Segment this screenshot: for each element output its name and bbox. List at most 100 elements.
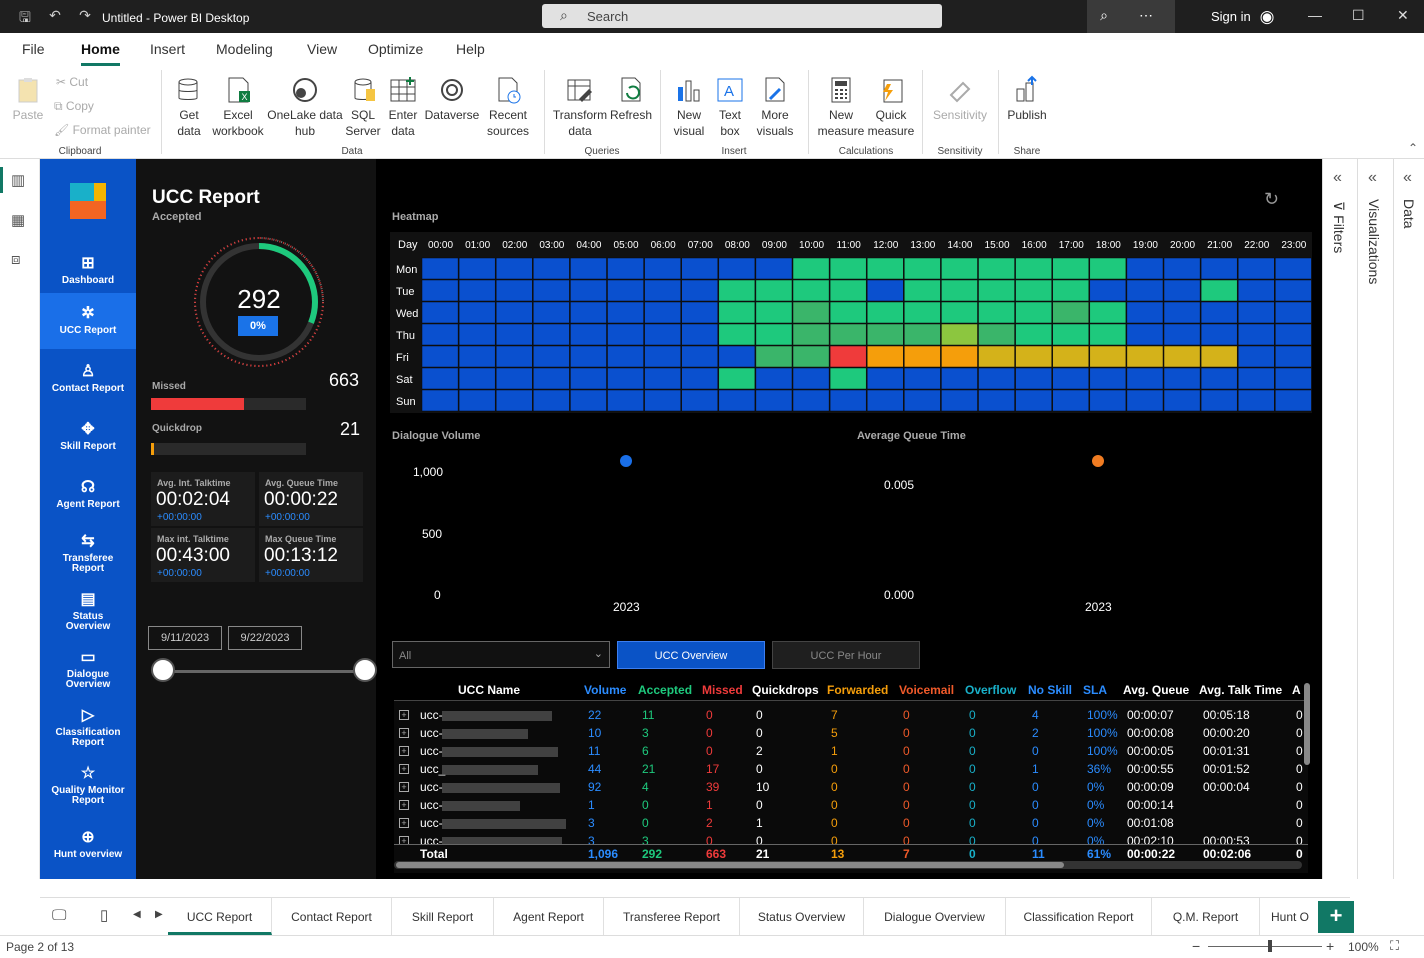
date-from-input[interactable]: 9/11/2023: [148, 626, 222, 650]
heatmap-cell[interactable]: [1089, 279, 1127, 302]
heatmap-cell[interactable]: [978, 301, 1015, 324]
data-point[interactable]: [1092, 455, 1104, 467]
heatmap-cell[interactable]: [978, 389, 1015, 412]
heatmap-cell[interactable]: [1126, 367, 1164, 390]
heatmap-cell[interactable]: [866, 279, 904, 302]
heatmap-cell[interactable]: [904, 389, 941, 412]
excel-workbook-button[interactable]: X Excel workbook: [210, 75, 266, 139]
heatmap-cell[interactable]: [607, 389, 644, 412]
heatmap-cell[interactable]: [495, 323, 533, 346]
heatmap-cell[interactable]: [1052, 301, 1090, 324]
filters-pane[interactable]: « ⊽ Filters: [1322, 159, 1357, 879]
onelake-button[interactable]: OneLake data hub: [266, 75, 344, 139]
column-header[interactable]: SLA: [1083, 683, 1107, 697]
add-page-button[interactable]: +: [1318, 901, 1354, 933]
heatmap-cell[interactable]: [570, 301, 607, 324]
heatmap-cell[interactable]: [829, 389, 867, 412]
mobile-layout-icon[interactable]: ▯: [100, 906, 108, 924]
heatmap-cell[interactable]: [644, 257, 681, 280]
heatmap-cell[interactable]: [1126, 345, 1164, 368]
heatmap-cell[interactable]: [681, 301, 719, 324]
paste-button[interactable]: Paste: [10, 75, 46, 123]
heatmap-cell[interactable]: [458, 257, 496, 280]
heatmap-cell[interactable]: [1200, 257, 1238, 280]
nav-dashboard[interactable]: ⊞ Dashboard: [40, 247, 136, 299]
heatmap-cell[interactable]: [495, 257, 533, 280]
date-slider-end-handle[interactable]: [353, 658, 377, 682]
heatmap-cell[interactable]: [1015, 257, 1052, 280]
expand-icon[interactable]: «: [1333, 169, 1342, 187]
sql-server-button[interactable]: SQL Server: [344, 75, 382, 139]
nav-transferee-report[interactable]: ⇆ Transferee Report: [40, 525, 136, 581]
heatmap-cell[interactable]: [681, 345, 719, 368]
quick-measure-button[interactable]: Quick measure: [866, 75, 916, 139]
heatmap-cell[interactable]: [458, 345, 496, 368]
date-to-input[interactable]: 9/22/2023: [228, 626, 302, 650]
heatmap-cell[interactable]: [421, 323, 459, 346]
data-pane[interactable]: « Data: [1393, 159, 1424, 879]
heatmap-cell[interactable]: [1089, 301, 1127, 324]
format-painter-button[interactable]: 🖌 Format painter: [54, 123, 151, 137]
heatmap-cell[interactable]: [1052, 389, 1090, 412]
heatmap-cell[interactable]: [755, 389, 793, 412]
heatmap-cell[interactable]: [681, 257, 719, 280]
heatmap-cell[interactable]: [1275, 345, 1312, 368]
table-vertical-scrollbar[interactable]: [1304, 683, 1310, 765]
page-tab-transferee-report[interactable]: Transferee Report: [604, 898, 740, 935]
table-view-icon[interactable]: ▦: [11, 211, 29, 229]
sensitivity-button[interactable]: Sensitivity: [930, 75, 990, 123]
zoom-slider-handle[interactable]: [1268, 940, 1272, 952]
expand-icon[interactable]: «: [1403, 169, 1412, 187]
heatmap-cell[interactable]: [495, 345, 533, 368]
table-total-row[interactable]: Total 1,096 292 663 21 13 7 0 11 61% 00:00:22 00:02…: [394, 844, 1308, 862]
heatmap-cell[interactable]: [866, 345, 904, 368]
heatmap-cell[interactable]: [644, 301, 681, 324]
new-measure-button[interactable]: New measure: [816, 75, 866, 139]
heatmap-cell[interactable]: [1163, 257, 1201, 280]
more-icon[interactable]: ⋯: [1137, 7, 1155, 25]
expand-row-icon[interactable]: +: [399, 764, 409, 774]
heatmap-cell[interactable]: [792, 367, 830, 390]
heatmap-cell[interactable]: [570, 389, 607, 412]
heatmap-cell[interactable]: [866, 367, 904, 390]
heatmap-cell[interactable]: [941, 367, 978, 390]
heatmap-cell[interactable]: [1126, 323, 1164, 346]
heatmap-cell[interactable]: [904, 323, 941, 346]
heatmap-cell[interactable]: [1237, 301, 1275, 324]
heatmap-cell[interactable]: [644, 345, 681, 368]
heatmap-cell[interactable]: [1163, 323, 1201, 346]
heatmap-cell[interactable]: [718, 345, 756, 368]
recent-sources-button[interactable]: Recent sources: [482, 75, 534, 139]
heatmap-cell[interactable]: [607, 345, 644, 368]
menu-home[interactable]: Home: [81, 41, 120, 57]
transform-data-button[interactable]: Transform data: [552, 75, 608, 139]
nav-skill-report[interactable]: ✥ Skill Report: [40, 409, 136, 465]
table-row[interactable]: + ucc- 92 4 39 10 0 0 0 0 0% 00:00:09 00:00:04 0: [394, 778, 1308, 796]
heatmap-cell[interactable]: [755, 345, 793, 368]
heatmap-cell[interactable]: [978, 279, 1015, 302]
heatmap-cell[interactable]: [1237, 257, 1275, 280]
heatmap-cell[interactable]: [1275, 257, 1312, 280]
column-header[interactable]: Forwarded: [827, 683, 888, 697]
heatmap-cell[interactable]: [681, 389, 719, 412]
heatmap-cell[interactable]: [495, 279, 533, 302]
heatmap-cell[interactable]: [570, 367, 607, 390]
heatmap-cell[interactable]: [1163, 301, 1201, 324]
heatmap-cell[interactable]: [1275, 323, 1312, 346]
heatmap-cell[interactable]: [458, 279, 496, 302]
heatmap-cell[interactable]: [1052, 279, 1090, 302]
expand-row-icon[interactable]: +: [399, 800, 409, 810]
heatmap-cell[interactable]: [458, 389, 496, 412]
expand-row-icon[interactable]: +: [399, 728, 409, 738]
heatmap-cell[interactable]: [1126, 279, 1164, 302]
heatmap-cell[interactable]: [1126, 257, 1164, 280]
page-tab-skill-report[interactable]: Skill Report: [392, 898, 494, 935]
page-tab-qm-report[interactable]: Q.M. Report: [1152, 898, 1260, 935]
heatmap-cell[interactable]: [644, 323, 681, 346]
page-tab-status-overview[interactable]: Status Overview: [740, 898, 864, 935]
heatmap-cell[interactable]: [755, 367, 793, 390]
text-box-button[interactable]: A Text box: [710, 75, 750, 139]
menu-insert[interactable]: Insert: [150, 41, 185, 57]
undo-icon[interactable]: ↶: [46, 7, 64, 25]
collapse-ribbon-icon[interactable]: ⌃: [1408, 141, 1418, 155]
